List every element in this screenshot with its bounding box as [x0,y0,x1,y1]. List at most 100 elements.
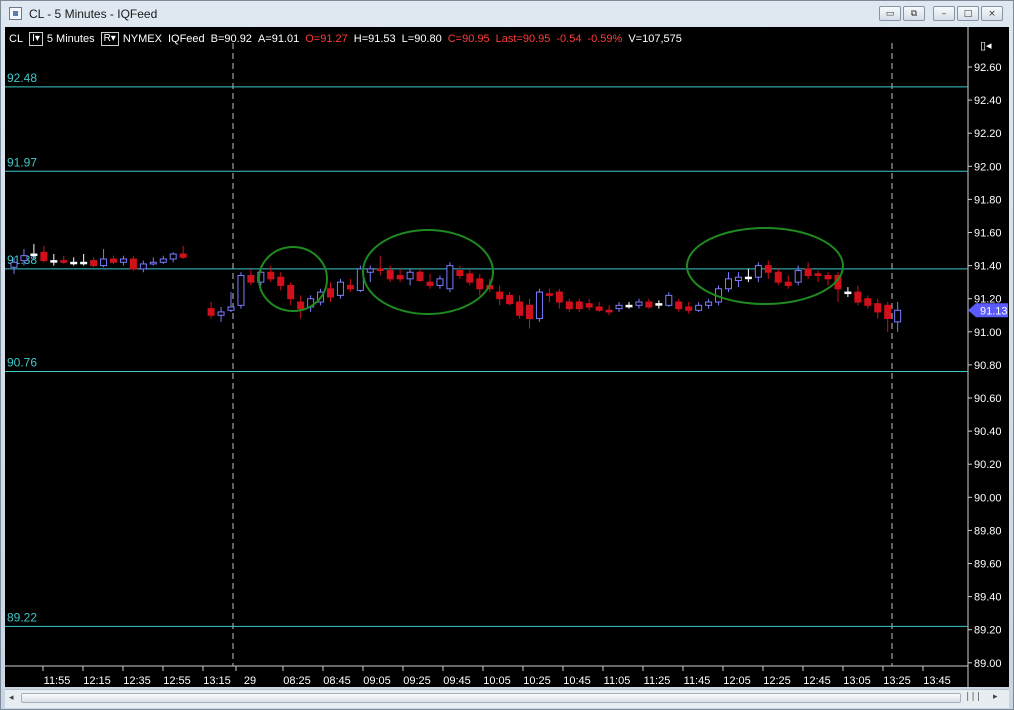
y-tick-label: 89.40 [974,592,1002,604]
x-tick-label: 08:25 [283,675,311,687]
high-value: H=91.53 [353,33,396,45]
candle-body [10,261,18,268]
candle-body [90,260,98,267]
change-pct-value: -0.59% [587,33,623,45]
y-tick-label: 91.80 [974,194,1002,206]
candle-body [575,301,583,310]
candle-body [426,281,434,286]
candle-body [545,293,553,296]
candle-body [595,306,603,311]
scroll-left-icon[interactable]: ◂ [9,693,19,704]
x-tick-label: 12:35 [123,675,151,687]
candle-body [764,265,772,273]
x-tick-label: 13:05 [843,675,871,687]
candle-body [30,253,38,257]
x-tick-label: 08:45 [323,675,351,687]
title-bar[interactable]: CL - 5 Minutes - IQFeed ▭ ⧉ – □ × [1,1,1013,27]
level-label: 92.48 [7,71,37,85]
y-tick-label: 89.80 [974,525,1002,537]
exchange-label: NYMEX [122,33,162,45]
ask-value: A=91.01 [257,33,300,45]
x-tick-label: 09:45 [443,675,471,687]
y-tick-label: 90.00 [974,492,1002,504]
candle-body [287,284,295,300]
x-tick-label: 12:55 [163,675,191,687]
scale-icon[interactable]: ▯◂ [980,40,992,52]
candle-body [60,260,68,263]
candle-body [80,261,88,265]
window-controls: ▭ ⧉ – □ × [877,6,1003,21]
candle-body [100,258,108,267]
x-tick-label: 11:55 [44,675,71,687]
window-title: CL - 5 Minutes - IQFeed [29,7,158,21]
y-tick-label: 90.40 [974,426,1002,438]
chart-area[interactable]: 92.60 92.40 92.20 92.00 91.80 91.60 91.40 91.20… [5,27,1009,687]
candle-body [277,276,285,286]
candle-body [327,288,334,298]
candle-body [804,268,812,277]
candle-body [864,298,872,306]
x-tick-label: 10:45 [563,675,591,687]
candle-body [70,261,78,265]
feed-label: IQFeed [167,33,205,45]
scroll-right-icon[interactable]: ▸ [993,692,998,702]
x-tick-label: 13:45 [923,675,951,687]
symbol-label[interactable]: CL [9,33,23,45]
x-tick-label: 13:15 [203,675,231,687]
candle-body [585,303,593,308]
range-dropdown[interactable]: R▾ [100,32,119,46]
close-button[interactable]: × [981,6,1003,21]
candle-body [217,311,225,316]
candle-body [794,270,802,283]
interval-dropdown[interactable]: I▾ [29,32,43,46]
x-tick-label: 10:25 [523,675,551,687]
minimize-button[interactable]: – [933,6,955,21]
candle-body [139,263,147,270]
candle-body [456,270,464,277]
chart-window: CL - 5 Minutes - IQFeed ▭ ⧉ – □ × 92.60 9… [0,0,1014,710]
candle-body [466,273,474,283]
y-tick-label: 89.00 [974,658,1002,670]
candle-body [774,271,782,283]
y-tick-label: 89.60 [974,559,1002,571]
level-label: 91.97 [7,155,37,169]
x-tick-label: 11:05 [604,675,631,687]
candle-body [40,251,48,262]
app-icon [9,7,22,20]
candle-body [665,294,673,306]
x-tick-label: 09:25 [403,675,431,687]
price-chart[interactable]: 92.6092.4092.2092.0091.8091.6091.4091.20… [5,27,1009,687]
x-tick-label: 10:05 [483,675,511,687]
y-tick-label: 91.60 [974,228,1002,240]
candle-body [416,271,424,281]
scroll-thumb[interactable] [21,693,961,703]
candle-body [346,284,354,290]
y-tick-label: 91.40 [974,261,1002,273]
candle-body [814,273,822,277]
candle-body [446,265,454,290]
x-tick-label: 29 [244,675,256,687]
candle-body [605,309,613,313]
candle-body [565,301,573,310]
quote-info-bar: CL I▾ 5 Minutes R▾ NYMEX IQFeed B=90.92 … [9,31,688,47]
maximize-button[interactable]: □ [957,6,979,21]
restore-icon[interactable]: ▭ [879,6,901,21]
candle-body [884,304,892,320]
candle-body [436,278,444,286]
change-value: -0.54 [556,33,582,45]
candle-body [336,281,344,296]
candle-body [227,306,235,311]
candle-body [267,271,275,280]
x-tick-label: 12:25 [763,675,791,687]
annotation-circle [362,229,494,315]
horizontal-scrollbar[interactable]: ◂ ||| ▸ [5,689,1009,708]
candle-body [854,291,862,303]
scroll-grip-icon[interactable]: ||| [965,692,981,702]
candle-body [396,275,404,280]
y-tick-label: 90.20 [974,459,1002,471]
candle-body [20,255,28,262]
candle-body [207,308,215,316]
x-tick-label: 12:15 [83,675,111,687]
link-icon[interactable]: ⧉ [903,6,925,21]
candle-body [615,304,623,310]
